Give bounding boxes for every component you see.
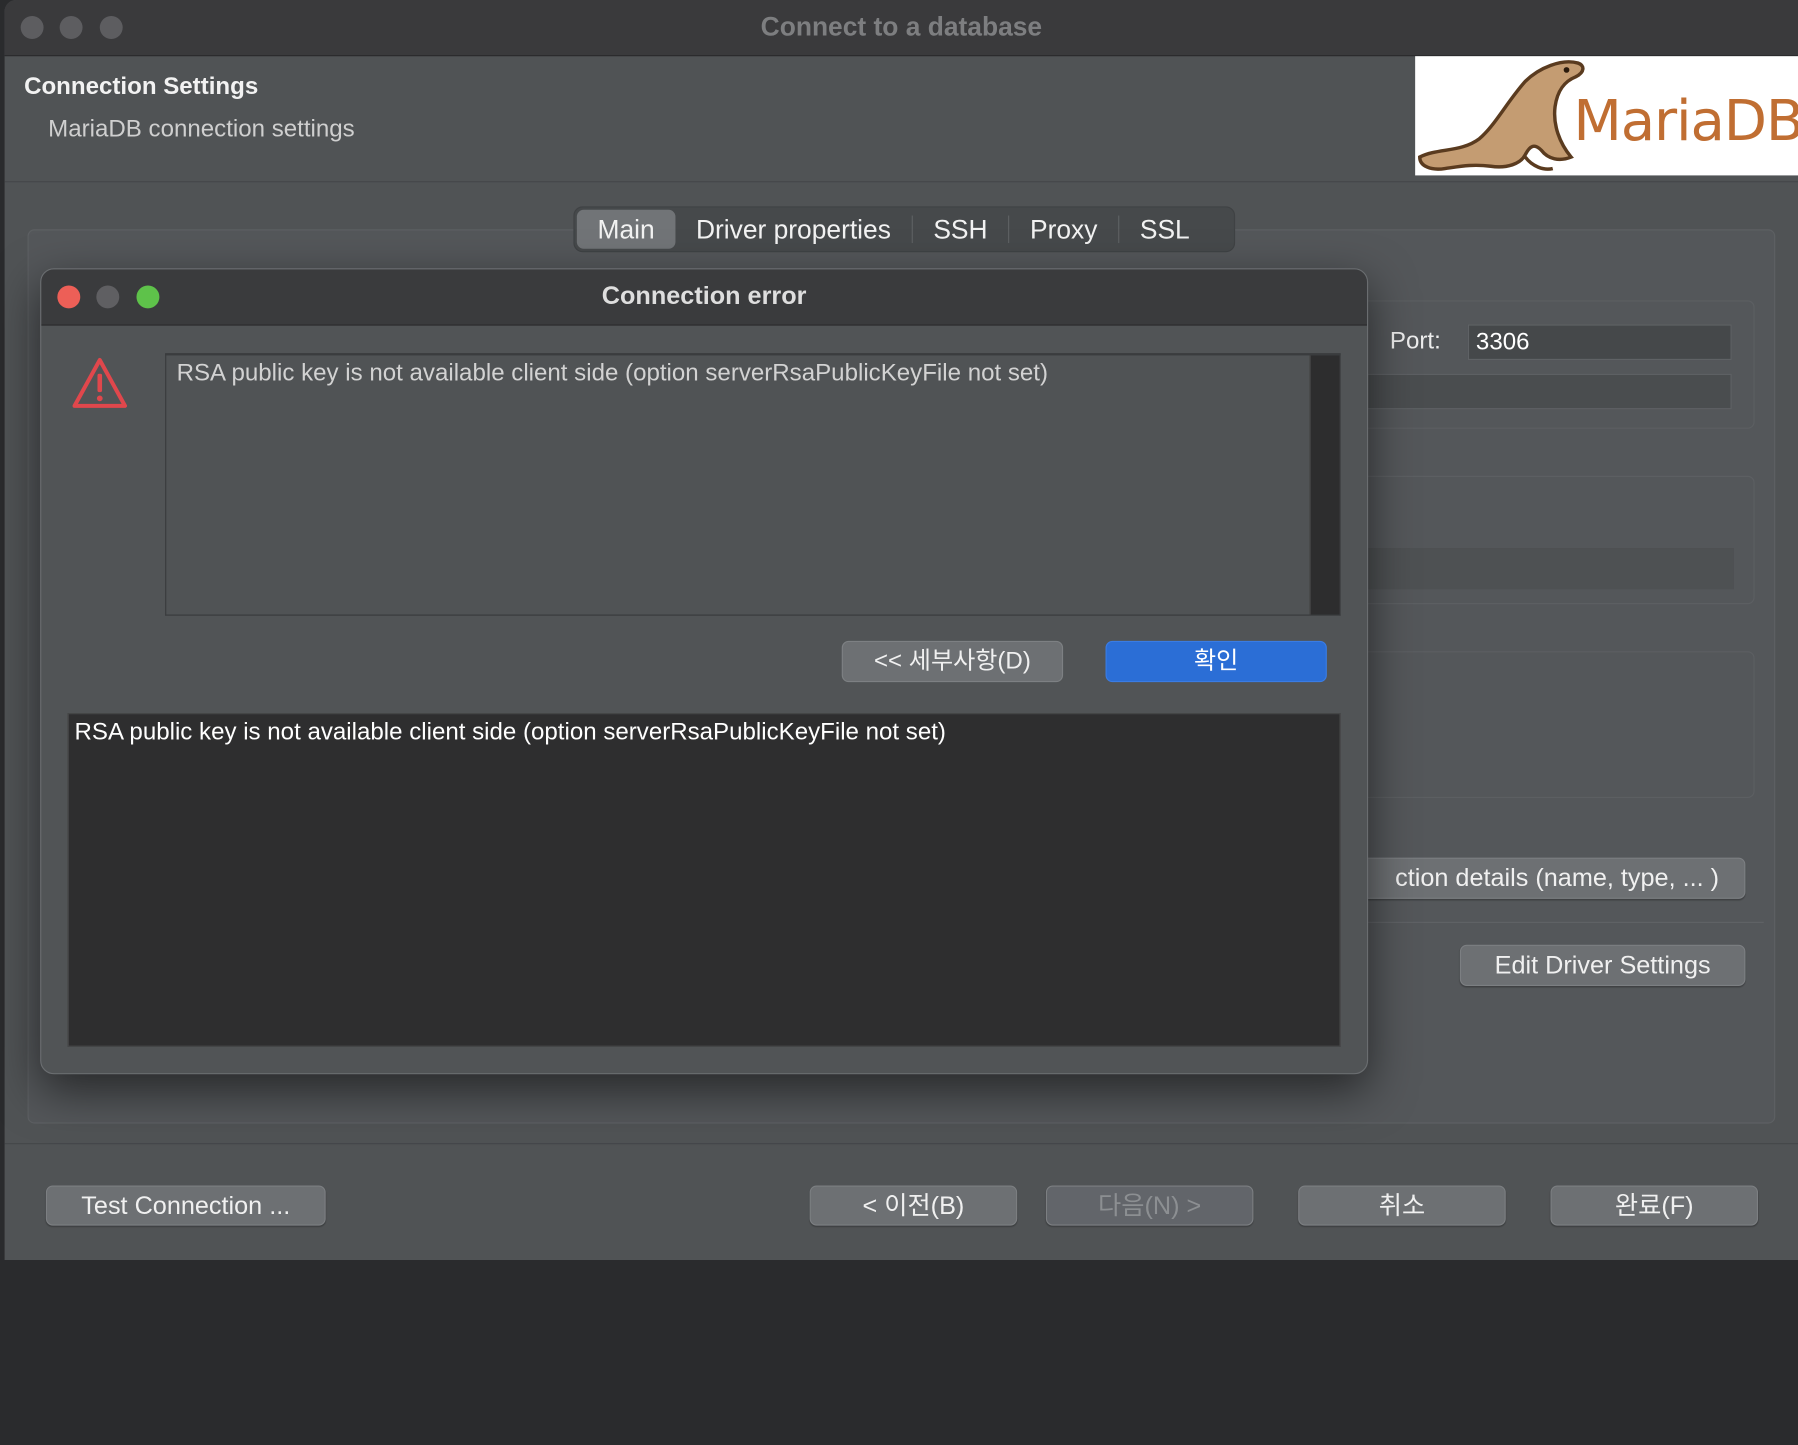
tab-driver-properties[interactable]: Driver properties bbox=[675, 210, 911, 249]
finish-button[interactable]: 완료(F) bbox=[1550, 1185, 1759, 1226]
error-message-box: RSA public key is not available client s… bbox=[165, 353, 1341, 616]
cancel-button[interactable]: 취소 bbox=[1298, 1185, 1506, 1226]
password-input[interactable] bbox=[1366, 548, 1734, 590]
warning-icon bbox=[72, 357, 128, 408]
test-connection-button[interactable]: Test Connection ... bbox=[45, 1185, 326, 1226]
tab-proxy[interactable]: Proxy bbox=[1009, 210, 1118, 249]
error-message: RSA public key is not available client s… bbox=[176, 360, 1049, 387]
footer-divider bbox=[4, 1143, 1798, 1145]
edit-driver-settings-button[interactable]: Edit Driver Settings bbox=[1459, 944, 1746, 986]
error-details-text: RSA public key is not available client s… bbox=[74, 718, 946, 746]
error-details-box[interactable]: RSA public key is not available client s… bbox=[67, 713, 1341, 1047]
details-button[interactable]: << 세부사항(D) bbox=[841, 640, 1064, 683]
dialog-titlebar: Connection error bbox=[41, 269, 1367, 326]
settings-header: Connection Settings MariaDB connection s… bbox=[4, 56, 1798, 183]
mariadb-logo: MariaDB bbox=[1415, 56, 1798, 176]
tab-ssh[interactable]: SSH bbox=[913, 210, 1009, 249]
dialog-title: Connection error bbox=[601, 280, 807, 310]
settings-tabbar: Main Driver properties SSH Proxy SSL bbox=[573, 206, 1236, 253]
ok-button[interactable]: 확인 bbox=[1105, 640, 1327, 683]
logo-wordmark: MariaDB bbox=[1573, 88, 1798, 154]
divider bbox=[1366, 921, 1764, 923]
message-scrollbar[interactable] bbox=[1309, 355, 1340, 615]
back-button[interactable]: < 이전(B) bbox=[809, 1185, 1018, 1226]
seal-icon bbox=[1418, 60, 1585, 171]
database-input[interactable] bbox=[1366, 373, 1732, 410]
next-button[interactable]: 다음(N) > bbox=[1045, 1185, 1254, 1226]
port-label: Port: bbox=[1389, 327, 1441, 355]
tab-ssl[interactable]: SSL bbox=[1119, 210, 1210, 249]
window-titlebar: Connect to a database bbox=[4, 0, 1798, 57]
tab-main[interactable]: Main bbox=[576, 209, 676, 249]
port-input[interactable]: 3306 bbox=[1467, 324, 1732, 361]
window-title: Connect to a database bbox=[760, 11, 1043, 42]
page-subtitle: MariaDB connection settings bbox=[48, 115, 355, 143]
page-title: Connection Settings bbox=[24, 73, 259, 100]
connection-error-dialog: Connection error RSA public key is not a… bbox=[40, 268, 1369, 1075]
